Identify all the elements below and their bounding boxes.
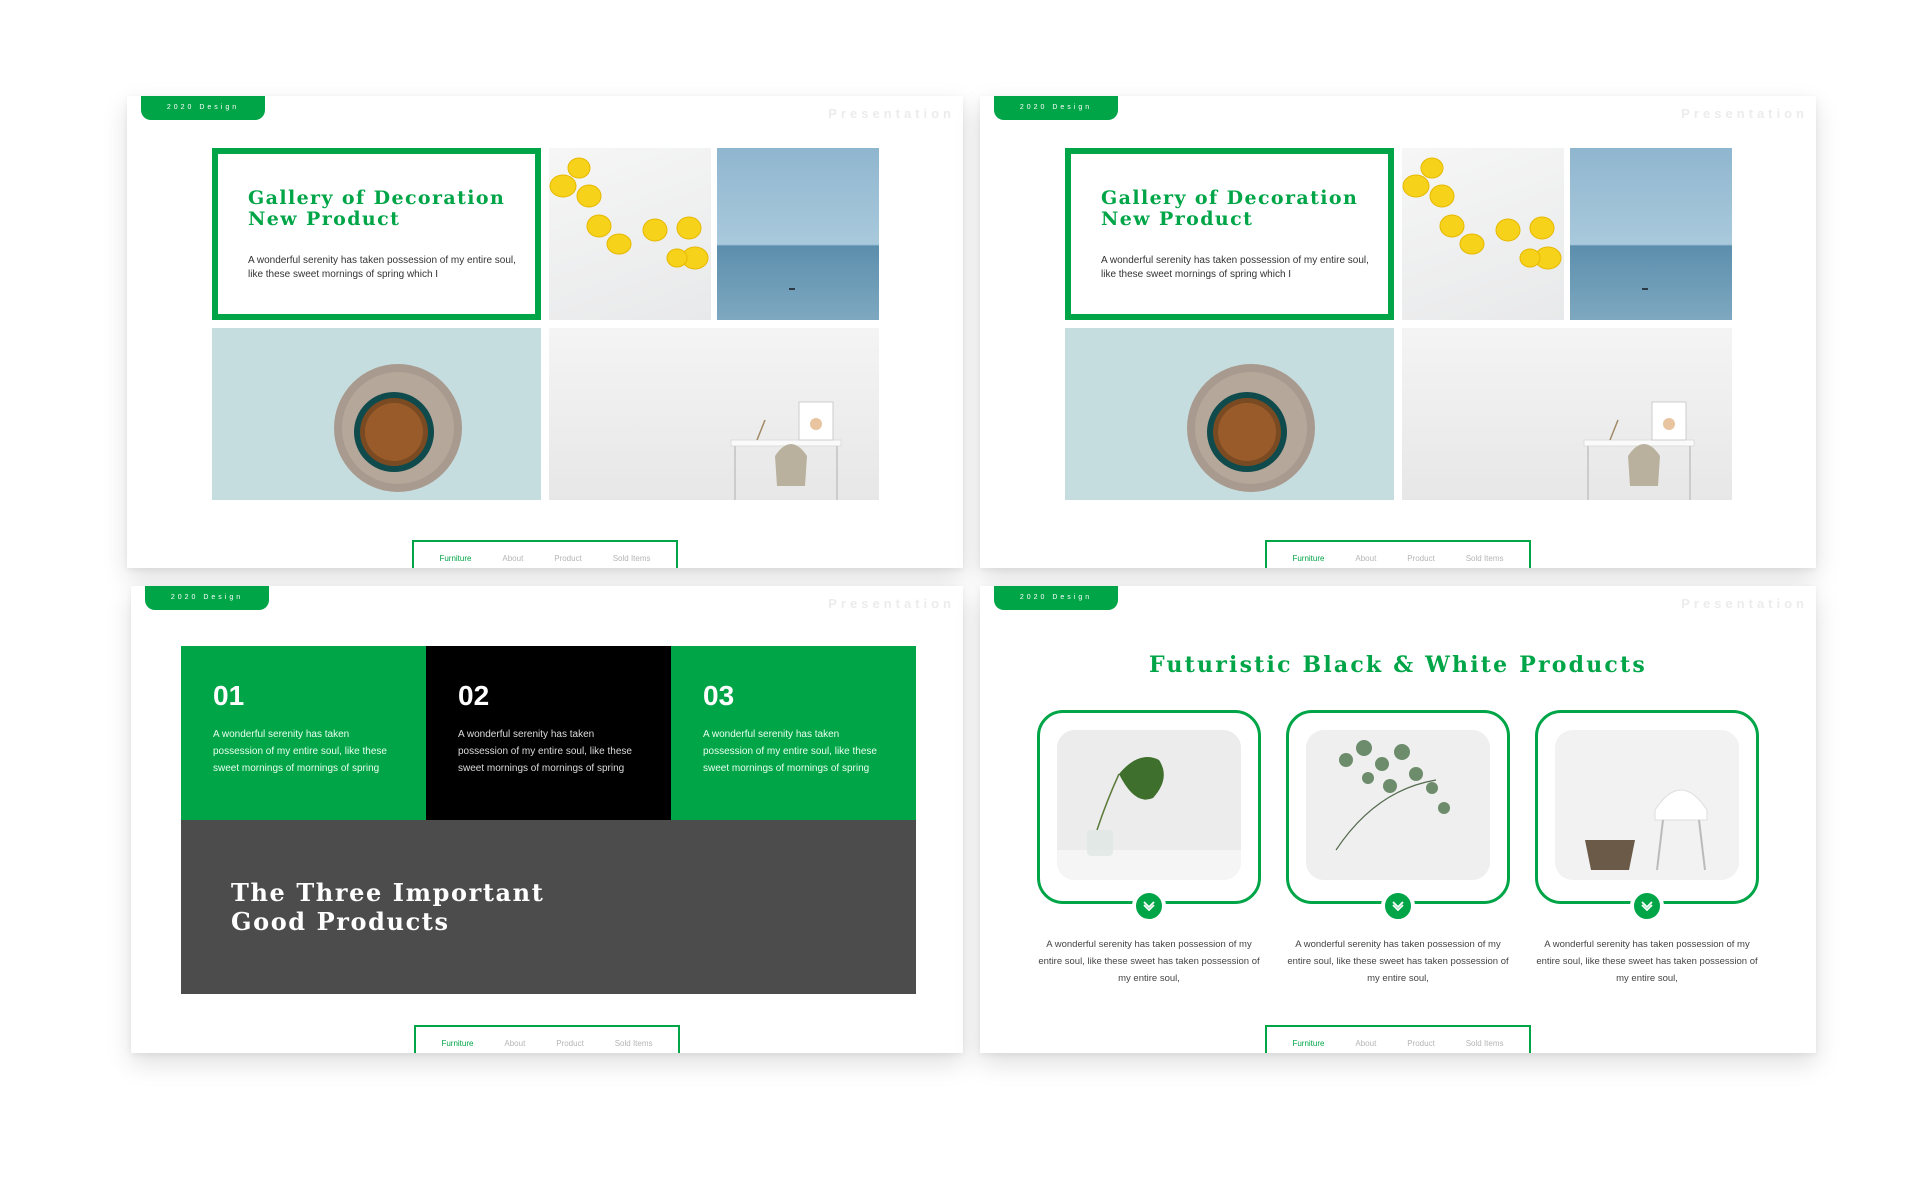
- nav-product[interactable]: Product: [1407, 554, 1435, 563]
- sea-image: [1570, 148, 1732, 320]
- product-card-2-text: A wonderful serenity has taken possessio…: [1287, 939, 1509, 984]
- product-card-1[interactable]: [1037, 710, 1261, 923]
- feature-number: 02: [458, 680, 490, 711]
- feature-number: 01: [213, 680, 245, 711]
- desk-image: [1402, 328, 1732, 500]
- slide-three-important[interactable]: 2020 Design Presentation 01 A wonderful …: [131, 586, 963, 1053]
- nav-about[interactable]: About: [502, 554, 523, 563]
- nav-product[interactable]: Product: [556, 1039, 584, 1048]
- watermark: Presentation: [828, 106, 955, 121]
- nav-furniture[interactable]: Furniture: [1292, 1039, 1324, 1048]
- gallery-text: A wonderful serenity has taken possessio…: [248, 255, 516, 280]
- product-card-3-text: A wonderful serenity has taken possessio…: [1536, 939, 1758, 984]
- nav-about[interactable]: About: [1355, 1039, 1376, 1048]
- bottom-nav: Furniture About Product Sold Items: [412, 540, 678, 568]
- eucalyptus-image: [1306, 730, 1490, 880]
- gallery-title: Gallery of Decoration New Product: [1101, 188, 1358, 230]
- important-title-line1: The Three Important: [231, 878, 545, 907]
- watermark: Presentation: [1681, 106, 1808, 121]
- gallery-title-box: Gallery of Decoration New Product A wond…: [1065, 148, 1394, 320]
- slide-futuristic-products[interactable]: 2020 Design Presentation Futuristic Blac…: [980, 586, 1816, 1053]
- important-title-panel: The Three Important Good Products: [181, 820, 916, 994]
- feature-text: A wonderful serenity has taken possessio…: [458, 729, 632, 774]
- chevron-down-icon[interactable]: [1132, 889, 1166, 923]
- gallery-title-line2: New Product: [1101, 208, 1254, 230]
- gallery-title-box: Gallery of Decoration New Product A wond…: [212, 148, 541, 320]
- watermark: Presentation: [1681, 596, 1808, 611]
- nav-product[interactable]: Product: [554, 554, 582, 563]
- nav-about[interactable]: About: [1355, 554, 1376, 563]
- bottom-nav: Furniture About Product Sold Items: [1265, 540, 1531, 568]
- feature-text: A wonderful serenity has taken possessio…: [213, 729, 387, 774]
- nav-sold-items[interactable]: Sold Items: [615, 1039, 653, 1048]
- lemons-image: [1402, 148, 1564, 320]
- feature-box-02: 02 A wonderful serenity has taken posses…: [426, 646, 671, 820]
- desk-image: [549, 328, 879, 500]
- nav-sold-items[interactable]: Sold Items: [613, 554, 651, 563]
- design-tag: 2020 Design: [141, 96, 265, 120]
- feature-box-03: 03 A wonderful serenity has taken posses…: [671, 646, 916, 820]
- feature-box-01: 01 A wonderful serenity has taken posses…: [181, 646, 426, 820]
- gallery-text: A wonderful serenity has taken possessio…: [1101, 255, 1369, 280]
- design-tag: 2020 Design: [994, 586, 1118, 610]
- chevron-down-icon[interactable]: [1630, 889, 1664, 923]
- white-chair-image: [1555, 730, 1739, 880]
- nav-furniture[interactable]: Furniture: [1292, 554, 1324, 563]
- nav-about[interactable]: About: [504, 1039, 525, 1048]
- chevron-down-icon[interactable]: [1381, 889, 1415, 923]
- product-card-2[interactable]: [1286, 710, 1510, 923]
- nav-furniture[interactable]: Furniture: [441, 1039, 473, 1048]
- bottom-nav: Furniture About Product Sold Items: [414, 1025, 680, 1053]
- gallery-title: Gallery of Decoration New Product: [248, 188, 505, 230]
- futuristic-title: Futuristic Black & White Products: [1149, 652, 1647, 678]
- important-title: The Three Important Good Products: [231, 878, 544, 936]
- gallery-title-line1: Gallery of Decoration: [248, 187, 506, 209]
- bottom-nav: Furniture About Product Sold Items: [1265, 1025, 1531, 1053]
- watermark: Presentation: [828, 596, 955, 611]
- feature-number: 03: [703, 680, 735, 711]
- important-title-line2: Good Products: [231, 907, 450, 936]
- coffee-cup-image: [212, 328, 541, 500]
- gallery-title-line2: New Product: [248, 208, 401, 230]
- nav-sold-items[interactable]: Sold Items: [1466, 1039, 1504, 1048]
- product-card-1-text: A wonderful serenity has taken possessio…: [1038, 939, 1260, 984]
- product-card-3[interactable]: [1535, 710, 1759, 923]
- feature-text: A wonderful serenity has taken possessio…: [703, 729, 877, 774]
- monstera-leaf-image: [1057, 730, 1241, 880]
- gallery-title-line1: Gallery of Decoration: [1101, 187, 1359, 209]
- nav-sold-items[interactable]: Sold Items: [1466, 554, 1504, 563]
- lemons-image: [549, 148, 711, 320]
- slide-gallery-1[interactable]: 2020 Design Presentation Gallery of Deco…: [127, 96, 963, 568]
- nav-furniture[interactable]: Furniture: [439, 554, 471, 563]
- design-tag: 2020 Design: [994, 96, 1118, 120]
- sea-image: [717, 148, 879, 320]
- coffee-cup-image: [1065, 328, 1394, 500]
- design-tag: 2020 Design: [145, 586, 269, 610]
- slide-gallery-2[interactable]: 2020 Design Presentation Gallery of Deco…: [980, 96, 1816, 568]
- nav-product[interactable]: Product: [1407, 1039, 1435, 1048]
